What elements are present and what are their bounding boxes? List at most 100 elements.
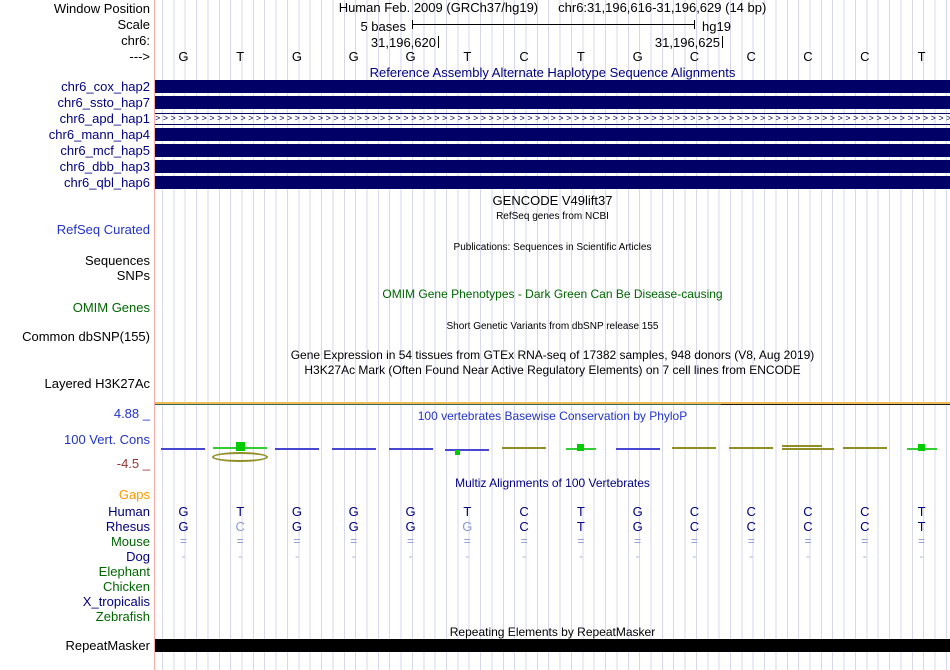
alignment-cell: G	[291, 504, 303, 519]
alignment-cell: G	[178, 504, 189, 519]
alignment-cell: G	[405, 519, 416, 534]
repeatmasker-label[interactable]: RepeatMasker	[0, 639, 150, 652]
alignment-cell: T	[463, 504, 472, 519]
conservation-mark	[842, 447, 887, 449]
alignment-cell: G	[632, 504, 643, 519]
alignment-cell: -	[408, 549, 413, 563]
conservation-mark	[502, 447, 547, 449]
multiz-row-human: GTGGGTCTGCCCCT	[155, 505, 950, 518]
conservation-mark	[161, 448, 206, 450]
conservation-mark	[782, 445, 823, 447]
alignment-cell: T	[576, 519, 585, 534]
alignment-cell: G	[178, 519, 189, 534]
alignment-cell: T	[576, 504, 585, 519]
alignment-cell: -	[862, 549, 867, 563]
alignment-cell: C	[519, 504, 529, 519]
conservation-mark	[672, 447, 717, 449]
multiz-species-label-dog[interactable]: Dog	[0, 550, 150, 563]
omim-genes-label[interactable]: OMIM Genes	[0, 301, 150, 314]
alignment-cell: C	[803, 504, 813, 519]
alignment-cell: -	[919, 549, 924, 563]
conservation-axis-max: 4.88 _	[113, 406, 150, 421]
alignment-cell: -	[351, 549, 356, 563]
alignment-cell: T	[917, 504, 926, 519]
alignment-cell: T	[236, 504, 245, 519]
track-label-chr6_ssto_hap7[interactable]: chr6_ssto_hap7	[0, 96, 150, 109]
alignment-cell: G	[632, 519, 643, 534]
multiz-species-label-chicken[interactable]: Chicken	[0, 580, 150, 593]
alignment-cell: =	[293, 534, 301, 548]
alignment-cell: =	[918, 534, 926, 548]
chrom-label: chr6:	[121, 33, 150, 48]
multiz-species-label-mouse[interactable]: Mouse	[0, 535, 150, 548]
alignment-cell: C	[746, 519, 756, 534]
multiz-species-label-human[interactable]: Human	[0, 505, 150, 518]
alignment-cell: =	[747, 534, 755, 548]
alignment-cell: -	[805, 549, 810, 563]
conservation-peak-square	[918, 444, 926, 451]
scale-row-label: Scale	[117, 17, 150, 32]
alignment-cell: =	[407, 534, 415, 548]
multiz-track-title: Multiz Alignments of 100 Vertebrates	[455, 476, 650, 490]
alignment-cell: -	[465, 549, 470, 563]
alignment-cell: =	[804, 534, 812, 548]
multiz-species-label-x_tropicalis[interactable]: X_tropicalis	[0, 595, 150, 608]
alignment-cell: =	[463, 534, 471, 548]
multiz-row-dog: --------------	[155, 550, 950, 563]
alignment-cell: =	[861, 534, 869, 548]
conservation-mark	[274, 448, 319, 450]
track-label-chr6_apd_hap1[interactable]: chr6_apd_hap1	[0, 112, 150, 125]
track-label-chr6_mcf_hap5[interactable]: chr6_mcf_hap5	[0, 144, 150, 157]
alignment-cell: =	[179, 534, 187, 548]
conservation-peak-square	[454, 450, 460, 455]
common-dbsnp-label[interactable]: Common dbSNP(155)	[0, 330, 150, 343]
alignment-cell: C	[235, 519, 245, 534]
conservation-axis-min: -4.5 _	[116, 456, 150, 471]
conservation-wiggle-marks[interactable]	[155, 0, 950, 670]
repeatmasker-track-title: Repeating Elements by RepeatMasker	[449, 625, 656, 639]
multiz-gaps-label[interactable]: Gaps	[0, 488, 150, 501]
snps-label[interactable]: SNPs	[0, 269, 150, 282]
genome-browser: Window Position Scale chr6: ---> Human F…	[0, 0, 950, 670]
alignment-cell: -	[692, 549, 697, 563]
track-label-chr6_cox_hap2[interactable]: chr6_cox_hap2	[0, 80, 150, 93]
alignment-cell: =	[634, 534, 642, 548]
alignment-cell: -	[522, 549, 527, 563]
multiz-species-label-rhesus[interactable]: Rhesus	[0, 520, 150, 533]
multiz-species-label-elephant[interactable]: Elephant	[0, 565, 150, 578]
alignment-cell: =	[690, 534, 698, 548]
multiz-species-label-zebrafish[interactable]: Zebrafish	[0, 610, 150, 623]
alignment-cell: C	[860, 504, 870, 519]
alignment-cell: =	[520, 534, 528, 548]
alignment-cell: -	[578, 549, 583, 563]
conservation-mark	[331, 448, 376, 450]
conservation-mark	[729, 447, 774, 449]
track-label-chr6_qbl_hap6[interactable]: chr6_qbl_hap6	[0, 176, 150, 189]
alignment-cell: =	[577, 534, 585, 548]
alignment-cell: =	[236, 534, 244, 548]
multiz-row-rhesus: GCGGGGCTGCCCCT	[155, 520, 950, 533]
alignment-cell: C	[519, 519, 529, 534]
alignment-cell: -	[635, 549, 640, 563]
alignment-cell: G	[405, 504, 416, 519]
conservation-peak-square	[577, 444, 585, 451]
track-label-chr6_dbb_hap3[interactable]: chr6_dbb_hap3	[0, 160, 150, 173]
conservation-mark	[782, 448, 835, 450]
alignment-cell: -	[749, 549, 754, 563]
alignment-cell: C	[689, 519, 700, 534]
alignment-cell: G	[462, 519, 473, 534]
alignment-cell: C	[860, 519, 870, 534]
conservation-track-label[interactable]: 100 Vert. Cons	[0, 433, 150, 446]
sequences-label[interactable]: Sequences	[0, 254, 150, 267]
layered-h3k27ac-label[interactable]: Layered H3K27Ac	[0, 377, 150, 390]
alignment-cell: C	[689, 504, 700, 519]
window-position-label: Window Position	[53, 1, 150, 16]
alignment-cell: -	[181, 549, 186, 563]
track-label-chr6_mann_hap4[interactable]: chr6_mann_hap4	[0, 128, 150, 141]
conservation-mark	[445, 449, 490, 451]
repeatmasker-track-bar[interactable]	[155, 639, 950, 652]
alignment-cell: -	[238, 549, 243, 563]
alignment-cell: T	[917, 519, 926, 534]
refseq-curated-label[interactable]: RefSeq Curated	[0, 223, 150, 236]
alignment-cell: G	[348, 519, 359, 534]
